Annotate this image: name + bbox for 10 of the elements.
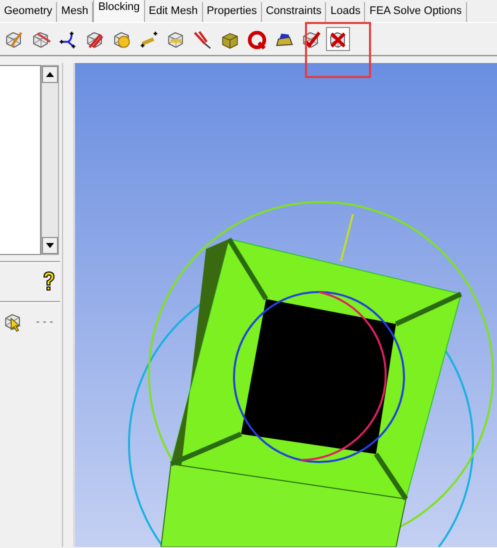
scrollbar[interactable]	[41, 65, 59, 255]
tab[interactable]: Blocking	[93, 0, 145, 22]
scroll-up-icon	[46, 72, 54, 77]
quality-q-icon	[246, 28, 268, 52]
list-box[interactable]	[0, 65, 41, 255]
more-label: - - -	[36, 316, 54, 328]
tab[interactable]: Properties	[202, 2, 262, 22]
toolbar-button[interactable]	[326, 27, 350, 51]
scroll-down-icon	[46, 243, 54, 248]
help-icon[interactable]	[42, 271, 56, 291]
